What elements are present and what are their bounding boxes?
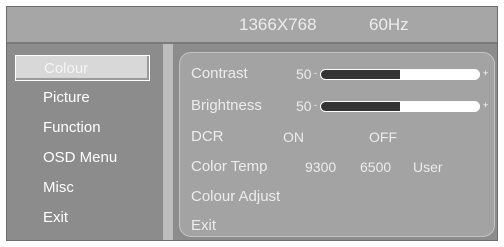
menu-item-picture[interactable]: Picture bbox=[15, 85, 161, 115]
brightness-value: 50 bbox=[296, 98, 312, 114]
color-temp-9300-option[interactable]: 9300 bbox=[305, 159, 336, 175]
settings-panel: Contrast 50 - + Brightness 50 - + DCR ON… bbox=[179, 52, 495, 237]
colour-adjust-item[interactable]: Colour Adjust bbox=[191, 188, 280, 205]
status-header: 1366X768 60Hz bbox=[7, 7, 497, 44]
menu-item-misc[interactable]: Misc bbox=[15, 175, 161, 205]
brightness-slider[interactable] bbox=[320, 101, 480, 112]
brightness-slider-fill bbox=[321, 102, 400, 111]
main-menu: Colour Picture Function OSD Menu Misc Ex… bbox=[15, 55, 161, 235]
osd-window: 1366X768 60Hz Colour Picture Function OS… bbox=[6, 6, 498, 241]
contrast-minus: - bbox=[314, 68, 317, 78]
contrast-slider-fill bbox=[321, 70, 400, 79]
color-temp-label: Color Temp bbox=[191, 158, 268, 175]
contrast-plus: + bbox=[483, 68, 489, 78]
menu-item-colour[interactable]: Colour bbox=[15, 55, 150, 81]
dcr-label: DCR bbox=[191, 128, 224, 145]
brightness-label: Brightness bbox=[191, 97, 262, 114]
refresh-rate-readout: 60Hz bbox=[369, 15, 409, 34]
contrast-slider[interactable] bbox=[320, 69, 480, 80]
menu-item-exit[interactable]: Exit bbox=[15, 205, 161, 235]
menu-item-osd-menu[interactable]: OSD Menu bbox=[15, 145, 161, 175]
dcr-on-option[interactable]: ON bbox=[283, 129, 304, 145]
dcr-off-option[interactable]: OFF bbox=[369, 129, 397, 145]
menu-item-function[interactable]: Function bbox=[15, 115, 161, 145]
resolution-readout: 1366X768 bbox=[239, 15, 317, 34]
color-temp-user-option[interactable]: User bbox=[413, 159, 443, 175]
divider bbox=[163, 44, 173, 240]
contrast-label: Contrast bbox=[191, 65, 248, 82]
contrast-value: 50 bbox=[296, 66, 312, 82]
brightness-minus: - bbox=[314, 100, 317, 110]
panel-exit-item[interactable]: Exit bbox=[191, 217, 216, 234]
brightness-plus: + bbox=[483, 100, 489, 110]
color-temp-6500-option[interactable]: 6500 bbox=[360, 159, 391, 175]
